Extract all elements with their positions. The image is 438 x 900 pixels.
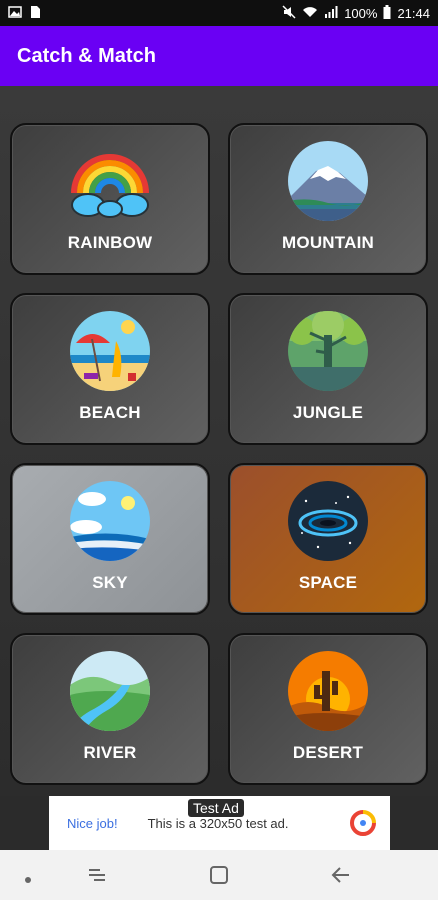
clock: 21:44 [397, 5, 430, 21]
home-icon[interactable] [208, 864, 230, 891]
admob-logo-icon [350, 810, 376, 836]
nav-bar [0, 850, 438, 900]
river-icon [70, 651, 150, 731]
space-icon [288, 481, 368, 561]
desert-icon [288, 651, 368, 731]
category-grid: RAINBOW MOUNTAIN BEACH JUNGLE SKY SPACE … [0, 86, 438, 796]
dot-icon [24, 871, 32, 889]
mountain-icon [288, 141, 368, 221]
status-bar: 100% 21:44 [0, 0, 438, 26]
category-label: SKY [92, 573, 128, 592]
jungle-icon [288, 311, 368, 391]
category-label: RIVER [83, 743, 137, 762]
app-title: Catch & Match [17, 44, 156, 67]
sky-icon [70, 481, 150, 561]
battery-percent: 100% [344, 5, 378, 21]
battery-icon [383, 4, 391, 22]
image-icon [8, 5, 22, 21]
wifi-icon [302, 6, 318, 21]
category-tile-sky[interactable]: SKY [10, 463, 210, 615]
category-label: MOUNTAIN [282, 233, 374, 252]
back-icon[interactable] [330, 864, 352, 891]
category-tile-jungle[interactable]: JUNGLE [228, 293, 428, 445]
test-ad-tag: Test Ad [188, 799, 244, 817]
category-label: SPACE [298, 573, 358, 592]
app-bar: Catch & Match [0, 26, 438, 86]
beach-icon [70, 311, 150, 391]
category-label: DESERT [292, 743, 364, 762]
category-tile-space[interactable]: SPACE [228, 463, 428, 615]
sim-card-icon [30, 5, 41, 22]
ad-headline: Nice job! [67, 815, 118, 831]
rainbow-icon [71, 154, 149, 218]
mute-icon [282, 4, 296, 22]
category-label: JUNGLE [292, 403, 364, 422]
category-label: RAINBOW [67, 233, 153, 252]
signal-icon [324, 5, 338, 21]
category-tile-river[interactable]: RIVER [10, 633, 210, 785]
category-tile-mountain[interactable]: MOUNTAIN [228, 123, 428, 275]
category-tile-rainbow[interactable]: RAINBOW [10, 123, 210, 275]
category-label: BEACH [79, 403, 141, 422]
category-tile-beach[interactable]: BEACH [10, 293, 210, 445]
ad-body: This is a 320x50 test ad. [147, 815, 289, 831]
recents-icon[interactable] [86, 864, 108, 891]
category-tile-desert[interactable]: DESERT [228, 633, 428, 785]
